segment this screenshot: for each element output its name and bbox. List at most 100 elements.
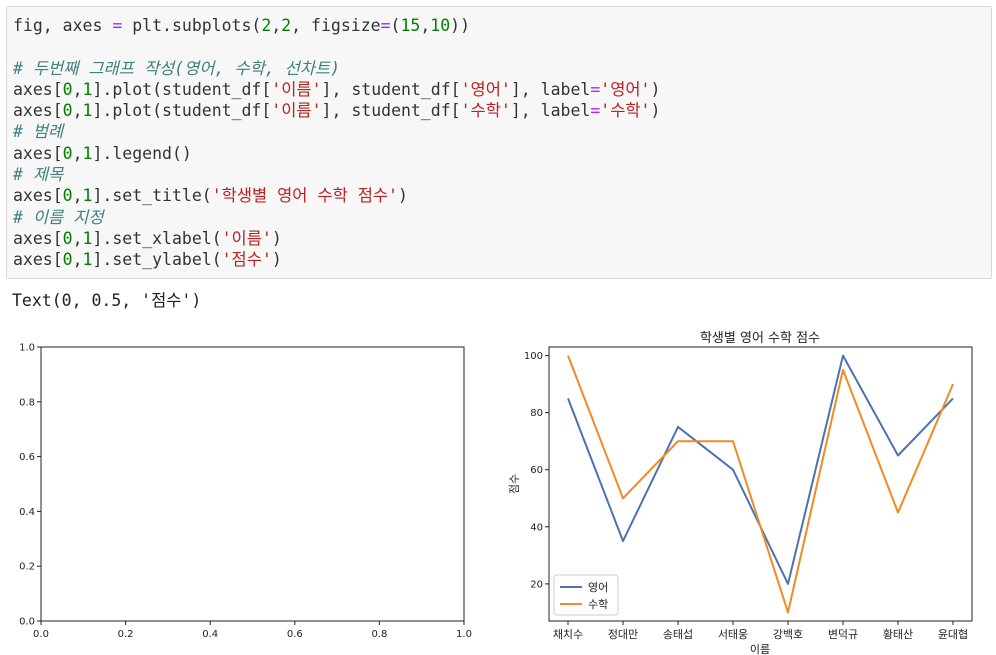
code-line: # 범례 bbox=[13, 121, 991, 142]
y-tick-label: 0.2 bbox=[19, 562, 35, 573]
x-tick-label: 1.0 bbox=[456, 629, 472, 640]
legend: 영어수학 bbox=[553, 574, 619, 616]
x-tick-label: 0.0 bbox=[33, 629, 49, 640]
code-line: axes[0,1].set_title('학생별 영어 수학 점수') bbox=[13, 185, 991, 206]
code-line: # 제목 bbox=[13, 164, 991, 185]
code-token: 0 bbox=[62, 79, 73, 99]
x-tick-label: 강백호 bbox=[773, 628, 803, 641]
code-token: 1 bbox=[82, 101, 93, 121]
code-token: )) bbox=[450, 16, 471, 35]
line-chart-subplot: 학생별 영어 수학 점수 20 40 60 80 100 채치수 정대만 송태섭 서태웅 강백호… bbox=[508, 331, 973, 655]
code-line: axes[0,1].set_ylabel('점수') bbox=[13, 249, 991, 270]
code-token: axes[ bbox=[13, 186, 63, 206]
y-tick-label: 0.0 bbox=[19, 617, 35, 628]
x-tick-label: 0.8 bbox=[371, 629, 387, 640]
code-token: ].legend() bbox=[92, 143, 192, 163]
y-tick-group: 0.0 0.2 0.4 0.6 0.8 1.0 bbox=[19, 343, 41, 628]
code-token: 2 bbox=[281, 16, 292, 35]
code-token: ].set_title( bbox=[92, 186, 212, 206]
y-tick-label: 1.0 bbox=[19, 343, 35, 354]
code-token: , bbox=[72, 228, 83, 248]
x-tick-label: 0.4 bbox=[202, 629, 218, 640]
code-token: axes[ bbox=[13, 228, 63, 248]
legend-label: 수학 bbox=[588, 598, 608, 611]
code-line: axes[0,1].plot(student_df['이름'], student… bbox=[13, 100, 991, 121]
series-lines bbox=[567, 354, 954, 614]
x-tick-label: 황태산 bbox=[883, 628, 913, 641]
code-token: = bbox=[590, 79, 601, 99]
code-token: 1 bbox=[82, 79, 93, 99]
x-tick-label: 정대만 bbox=[608, 628, 638, 641]
code-token: , bbox=[72, 143, 83, 163]
code-token: ], label bbox=[510, 101, 591, 121]
code-token: fig, axes bbox=[13, 16, 113, 35]
code-token: 2 bbox=[261, 16, 272, 35]
code-token: '영어' bbox=[600, 79, 651, 99]
x-tick-label: 0.6 bbox=[287, 629, 303, 640]
code-token: 1 bbox=[82, 250, 93, 270]
code-token: '수학' bbox=[460, 101, 511, 121]
legend-label: 영어 bbox=[588, 581, 608, 594]
code-token: '이름' bbox=[221, 228, 272, 248]
y-axis-label: 점수 bbox=[508, 474, 521, 494]
x-tick-group: 채치수 정대만 송태섭 서태웅 강백호 변덕규 황태산 윤대협 bbox=[553, 621, 968, 641]
y-tick-label: 100 bbox=[524, 351, 543, 362]
code-token: '학생별 영어 수학 점수' bbox=[211, 186, 398, 206]
code-token: ], student_df[ bbox=[321, 101, 461, 121]
y-tick-label: 0.6 bbox=[19, 452, 35, 463]
code-token: 1 bbox=[82, 228, 93, 248]
x-tick-label: 송태섭 bbox=[663, 628, 693, 641]
code-line: # 두번째 그래프 작성(영어, 수학, 선차트) bbox=[13, 58, 991, 79]
code-token: axes[ bbox=[13, 250, 63, 270]
code-token: axes[ bbox=[13, 101, 63, 121]
code-token: plt.subplots( bbox=[122, 16, 262, 35]
code-token: 10 bbox=[430, 16, 451, 35]
code-line: fig, axes = plt.subplots(2,2, figsize=(1… bbox=[13, 15, 991, 36]
x-tick-label: 서태웅 bbox=[718, 628, 748, 641]
code-line: axes[0,1].plot(student_df['이름'], student… bbox=[13, 79, 991, 100]
y-tick-group: 20 40 60 80 100 bbox=[524, 351, 549, 590]
code-token: ], label bbox=[510, 79, 591, 99]
x-tick-label: 0.2 bbox=[118, 629, 134, 640]
code-token: 0 bbox=[62, 228, 73, 248]
code-token: 15 bbox=[400, 16, 421, 35]
y-tick-label: 0.4 bbox=[19, 507, 35, 518]
code-token: , bbox=[420, 16, 431, 35]
code-token: ) bbox=[650, 79, 661, 99]
code-token: '이름' bbox=[271, 101, 322, 121]
y-tick-label: 0.8 bbox=[19, 397, 35, 408]
code-token: # 두번째 그래프 작성(영어, 수학, 선차트) bbox=[13, 58, 341, 78]
code-token: 0 bbox=[62, 250, 73, 270]
x-tick-label: 윤대협 bbox=[938, 628, 968, 641]
code-token: ].plot(student_df[ bbox=[92, 101, 272, 121]
series-line-2 bbox=[567, 355, 954, 614]
code-token: ].set_ylabel( bbox=[92, 250, 222, 270]
code-token: ) bbox=[650, 101, 661, 121]
matplotlib-figure: 0.0 0.2 0.4 0.6 0.8 1.0 0.0 0.2 0.4 0.6 0.8 1.0 학생… bbox=[19, 331, 973, 655]
code-line: axes[0,1].set_xlabel('이름') bbox=[13, 228, 991, 249]
code-token: , bbox=[72, 101, 83, 121]
y-tick-label: 40 bbox=[530, 522, 543, 533]
code-token: ) bbox=[271, 228, 282, 248]
code-token: ].plot(student_df[ bbox=[92, 79, 272, 99]
code-token: , bbox=[271, 16, 282, 35]
code-token: , bbox=[72, 186, 83, 206]
code-token: '영어' bbox=[460, 79, 511, 99]
x-axis-label: 이름 bbox=[750, 643, 770, 655]
code-cell[interactable]: fig, axes = plt.subplots(2,2, figsize=(1… bbox=[6, 6, 992, 279]
x-tick-label: 변덕규 bbox=[828, 628, 858, 641]
series-line-1 bbox=[567, 354, 954, 585]
code-token: ) bbox=[271, 250, 282, 270]
code-token: 0 bbox=[62, 186, 73, 206]
code-token: = bbox=[380, 16, 391, 35]
code-token: ( bbox=[390, 16, 401, 35]
code-token: '수학' bbox=[600, 101, 651, 121]
code-token: ], student_df[ bbox=[321, 79, 461, 99]
code-token: ) bbox=[398, 186, 408, 206]
code-token: # 범례 bbox=[13, 122, 64, 142]
code-token: axes[ bbox=[13, 79, 63, 99]
chart-title: 학생별 영어 수학 점수 bbox=[700, 331, 820, 346]
y-tick-label: 60 bbox=[530, 465, 543, 476]
empty-subplot-axes: 0.0 0.2 0.4 0.6 0.8 1.0 0.0 0.2 0.4 0.6 0.8 1.0 bbox=[19, 343, 472, 641]
